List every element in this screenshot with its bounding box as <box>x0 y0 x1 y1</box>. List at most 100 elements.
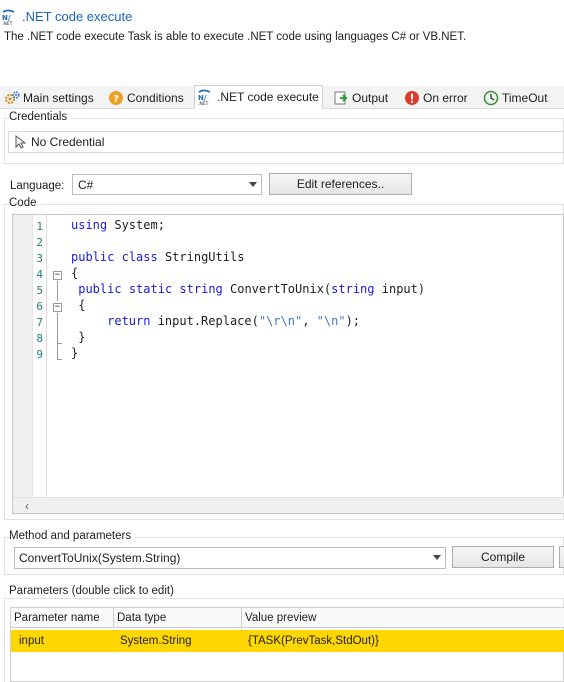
parameters-group-label: Parameters (double click to edit) <box>9 585 178 597</box>
fold-guide <box>57 343 58 359</box>
code-keyword: static <box>128 282 173 296</box>
code-text: System; <box>107 218 165 232</box>
task-header: N / .NET .NET code execute The .NET code… <box>0 0 564 60</box>
code-text: { <box>71 298 86 312</box>
code-text: } <box>71 330 86 344</box>
line-number: 4 <box>36 268 43 281</box>
method-group-label: Method and parameters <box>9 530 136 542</box>
svg-text:.NET: .NET <box>198 101 209 105</box>
code-line: public class StringUtils <box>71 250 244 264</box>
credential-selector[interactable]: No Credential <box>8 131 564 153</box>
code-keyword: string <box>179 282 223 296</box>
credential-value: No Credential <box>31 135 105 149</box>
table-header: Parameter name Data type Value preview <box>11 608 564 628</box>
code-group-label: Code <box>9 197 41 209</box>
line-number: 5 <box>36 284 43 297</box>
code-text: input) <box>374 282 426 296</box>
code-line: } <box>71 330 85 344</box>
svg-text:/: / <box>204 94 207 102</box>
output-icon <box>333 90 349 106</box>
credentials-group-label: Credentials <box>9 111 72 123</box>
tab-bar: Main settings ? Conditions N / .NET .NET… <box>0 85 564 109</box>
clock-icon <box>483 90 499 106</box>
page-description: The .NET code execute Task is able to ex… <box>4 31 467 43</box>
code-line: return input.Replace("\r\n", "\n"); <box>71 314 360 328</box>
tab-label: .NET code execute <box>217 90 319 104</box>
svg-text:?: ? <box>113 94 119 105</box>
fold-toggle-icon[interactable]: − <box>53 303 62 312</box>
tab-label: TimeOut <box>502 90 548 105</box>
tab-dotnet-code-execute[interactable]: N / .NET .NET code execute <box>194 85 323 109</box>
line-number: 9 <box>36 348 43 361</box>
svg-text:/: / <box>8 14 11 22</box>
line-number: 1 <box>36 220 43 233</box>
code-text: ConvertToUnix( <box>222 282 332 296</box>
table-row[interactable]: input System.String {TASK(PrevTask,StdOu… <box>11 630 564 652</box>
tab-label: Conditions <box>127 90 184 105</box>
line-number: 7 <box>36 316 43 329</box>
line-number: 3 <box>36 252 43 265</box>
tab-output[interactable]: Output <box>330 86 391 109</box>
tab-main-settings[interactable]: Main settings <box>1 86 97 109</box>
code-text: } <box>71 346 79 360</box>
code-line: using System; <box>71 218 165 232</box>
question-icon: ? <box>108 90 124 106</box>
code-keyword: class <box>121 250 158 264</box>
compile-button[interactable]: Compile <box>452 546 554 568</box>
language-selected-value: C# <box>78 177 94 192</box>
code-string: "\n" <box>316 314 346 328</box>
page-title: .NET code execute <box>22 9 133 24</box>
chevron-down-icon <box>433 555 441 560</box>
error-icon <box>404 90 420 106</box>
code-line: { <box>71 266 78 280</box>
code-editor[interactable]: 1 2 3 4 5 6 7 8 9 − − using System; publi… <box>12 214 564 514</box>
code-keyword: return <box>107 314 151 328</box>
code-line: public static string ConvertToUnix(strin… <box>71 282 425 296</box>
tab-on-error[interactable]: On error <box>401 86 471 109</box>
dotnet-logo-icon: N / .NET <box>2 9 18 27</box>
chevron-down-icon <box>249 182 257 187</box>
code-string: "\r\n" <box>258 314 303 328</box>
edit-references-button[interactable]: Edit references.. <box>269 173 412 195</box>
code-line: { <box>71 298 85 312</box>
code-text: StringUtils <box>157 250 245 264</box>
column-header[interactable]: Value preview <box>242 608 564 628</box>
code-text: , <box>302 314 317 328</box>
editor-gutter <box>13 215 33 499</box>
language-label: Language: <box>10 180 65 192</box>
tab-timeout[interactable]: TimeOut <box>480 86 551 109</box>
code-keyword: using <box>71 218 108 232</box>
code-keyword: string <box>331 282 375 296</box>
svg-text:.NET: .NET <box>2 21 13 25</box>
method-select[interactable]: ConvertToUnix(System.String) <box>14 547 446 569</box>
code-text: input.Replace( <box>150 314 259 328</box>
tab-conditions[interactable]: ? Conditions <box>105 86 187 109</box>
line-number: 8 <box>36 332 43 345</box>
fold-end-marker <box>57 359 62 360</box>
pointer-cursor-icon <box>15 135 27 149</box>
line-number: 2 <box>36 236 43 249</box>
horizontal-scrollbar[interactable]: ‹ <box>13 497 564 513</box>
fold-toggle-icon[interactable]: − <box>53 271 62 280</box>
value-preview-cell: {TASK(PrevTask,StdOut)} <box>248 635 379 647</box>
column-header[interactable]: Parameter name <box>11 608 114 628</box>
tab-label: Main settings <box>23 90 94 105</box>
tab-label: On error <box>423 90 468 105</box>
extra-button[interactable] <box>559 546 564 568</box>
code-keyword: public <box>78 282 122 296</box>
scroll-left-icon[interactable]: ‹ <box>25 499 29 513</box>
language-select[interactable]: C# <box>72 174 262 195</box>
code-text: { <box>71 266 79 280</box>
parameters-table: Parameter name Data type Value preview i… <box>10 607 564 682</box>
tab-label: Output <box>352 90 389 105</box>
parameter-name-cell: input <box>19 635 44 647</box>
column-header[interactable]: Data type <box>114 608 242 628</box>
code-text: ); <box>345 314 361 328</box>
code-line: } <box>71 346 78 360</box>
data-type-cell: System.String <box>120 635 192 647</box>
dotnet-logo-icon: N / .NET <box>198 89 214 105</box>
code-keyword: public <box>71 250 115 264</box>
fold-guide <box>57 313 58 343</box>
